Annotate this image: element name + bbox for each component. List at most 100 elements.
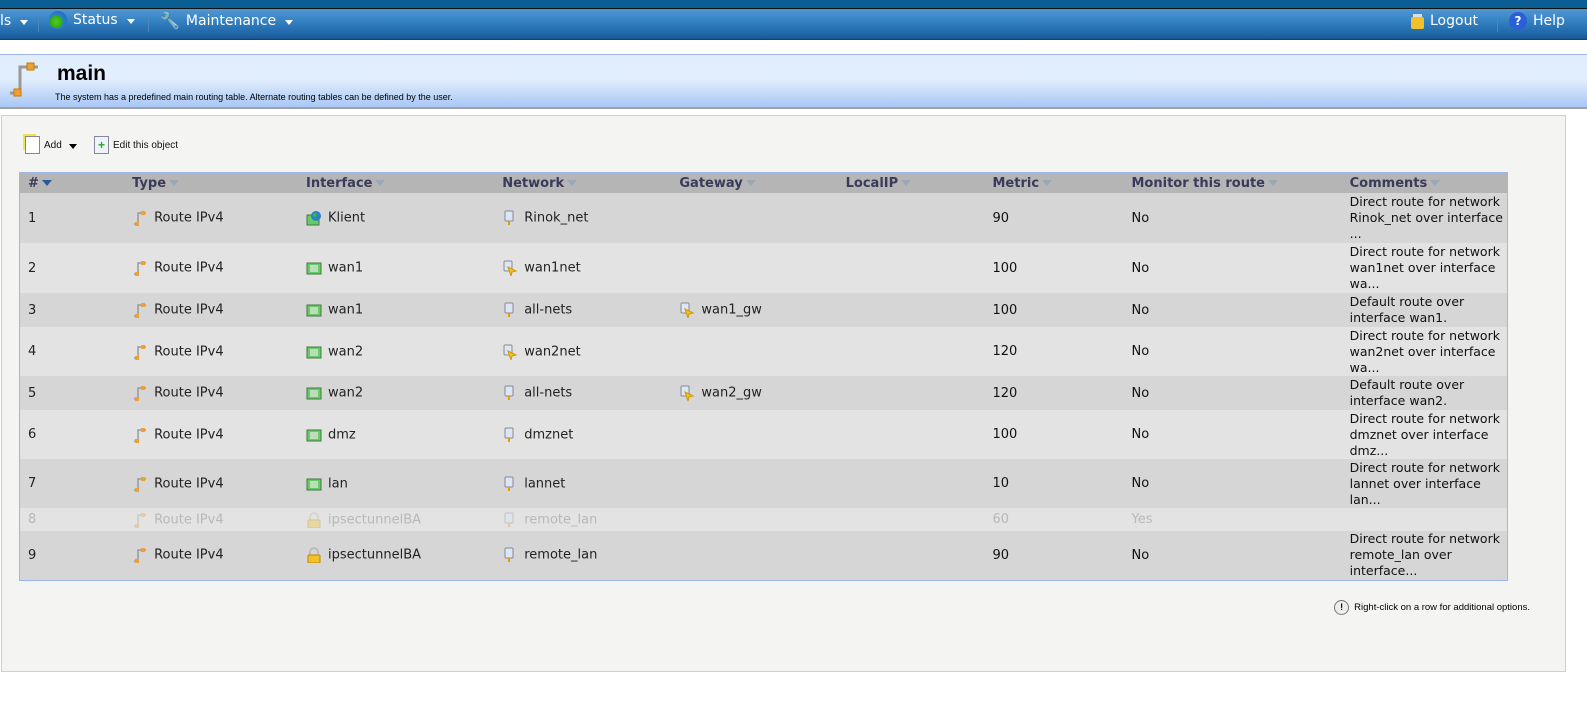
help-icon: ? xyxy=(1509,12,1527,30)
table-cell: Route IPv4 xyxy=(124,293,298,327)
address-icon xyxy=(502,385,518,401)
table-cell: Default route over interface wan2. xyxy=(1341,376,1508,410)
content-panel: Add + Edit this object # Type Interface Netw… xyxy=(1,115,1566,672)
routes-table: # Type Interface Network Gateway LocalIP Metri… xyxy=(19,172,1508,581)
table-cell: remote_lan xyxy=(494,531,672,580)
table-cell: Direct route for network remote_lan over… xyxy=(1341,531,1508,580)
sort-arrow-icon xyxy=(41,180,52,186)
table-row[interactable]: 8 Route IPv4 ipsectunnelBA remote_lan 60 Yes xyxy=(19,508,1508,531)
row-number: 1 xyxy=(28,210,37,226)
auto-address-icon xyxy=(502,260,518,278)
nav-menu-tools[interactable]: ls xyxy=(0,13,29,29)
chevron-down-icon xyxy=(285,19,294,25)
table-cell: ipsectunnelBA xyxy=(297,508,495,531)
table-cell: Rinok_net xyxy=(494,193,672,243)
chevron-down-icon xyxy=(20,20,29,25)
metric-value: 120 xyxy=(992,385,1018,401)
table-cell xyxy=(837,410,985,459)
route-type: Route IPv4 xyxy=(154,302,224,318)
route-type: Route IPv4 xyxy=(154,385,224,401)
table-cell: Route IPv4 xyxy=(124,410,298,459)
metric-value: 100 xyxy=(992,427,1018,442)
column-label: Metric xyxy=(992,175,1040,191)
table-cell: 2 xyxy=(19,243,125,293)
route-icon xyxy=(132,385,148,401)
metric-value: 10 xyxy=(992,476,1010,491)
table-row[interactable]: 5 Route IPv4 wan2 all-nets wan2_gw 120 No Defau… xyxy=(19,376,1508,410)
route-icon xyxy=(132,427,148,443)
comment-text: Direct route for network wan2net over in… xyxy=(1349,327,1500,375)
table-row[interactable]: 7 Route IPv4 lan lannet 10 No Direct route for… xyxy=(19,459,1508,508)
divider xyxy=(1497,14,1498,32)
ethernet-interface-icon xyxy=(306,476,322,492)
sort-arrow-icon xyxy=(745,180,756,186)
comment-text: Direct route for network dmznet over int… xyxy=(1349,410,1500,458)
page-header: main The system has a predefined main ro… xyxy=(0,54,1587,109)
table-cell xyxy=(837,293,985,327)
table-cell: No xyxy=(1123,459,1342,508)
column-header[interactable]: Comments xyxy=(1341,172,1508,193)
interface-name: ipsectunnelBA xyxy=(327,547,422,563)
table-cell: Route IPv4 xyxy=(124,193,298,243)
right-click-hint: ! Right-click on a row for additional opt… xyxy=(1334,600,1530,615)
table-cell: No xyxy=(1123,376,1342,410)
table-cell: 100 xyxy=(984,293,1124,327)
column-header[interactable]: Type xyxy=(124,172,298,193)
nav-menu-maintenance[interactable]: 🔧 Maintenance xyxy=(160,11,294,30)
interface-name: wan1 xyxy=(327,260,364,276)
metric-value: 100 xyxy=(992,260,1018,276)
route-type: Route IPv4 xyxy=(154,547,224,563)
route-type: Route IPv4 xyxy=(154,476,224,491)
column-header[interactable]: # xyxy=(19,172,125,193)
comment-text: Default route over interface wan2. xyxy=(1349,377,1465,408)
edit-object-button[interactable]: + Edit this object xyxy=(94,136,178,154)
table-row[interactable]: 2 Route IPv4 wan1 wan1net 100 No Direct route … xyxy=(19,243,1508,293)
route-type: Route IPv4 xyxy=(154,260,224,276)
table-cell xyxy=(671,508,838,531)
nav-label: Maintenance xyxy=(185,12,277,29)
column-header[interactable]: LocalIP xyxy=(837,172,985,193)
add-button[interactable]: Add xyxy=(25,136,77,154)
table-cell: wan2 xyxy=(297,376,495,410)
help-button[interactable]: ? Help xyxy=(1509,12,1565,30)
monitor-value: No xyxy=(1131,547,1150,563)
logout-button[interactable]: Logout xyxy=(1411,12,1478,29)
nav-menu-status[interactable]: Status xyxy=(49,11,135,29)
table-row[interactable]: 3 Route IPv4 wan1 all-nets wan1_gw 100 No Defau… xyxy=(19,293,1508,327)
interface-name: Klient xyxy=(327,210,366,226)
table-cell xyxy=(671,459,838,508)
monitor-value: No xyxy=(1131,210,1150,226)
network-name: remote_lan xyxy=(524,512,598,527)
table-cell: wan1_gw xyxy=(671,293,838,327)
table-cell xyxy=(671,327,838,376)
nav-label: ls xyxy=(0,13,12,29)
network-name: wan1net xyxy=(524,260,581,276)
ethernet-interface-icon xyxy=(306,385,322,401)
column-label: # xyxy=(28,175,39,191)
table-row[interactable]: 9 Route IPv4 ipsectunnelBA remote_lan 90 No Di… xyxy=(19,531,1508,580)
route-type: Route IPv4 xyxy=(154,344,224,359)
routing-table-icon xyxy=(10,62,38,97)
column-label: Monitor this route xyxy=(1131,175,1265,191)
table-cell: 60 xyxy=(984,508,1124,531)
column-header[interactable]: Monitor this route xyxy=(1123,172,1342,193)
monitor-value: No xyxy=(1131,260,1150,276)
table-cell: No xyxy=(1123,193,1342,243)
table-cell: 4 xyxy=(19,327,125,376)
table-cell xyxy=(837,459,985,508)
auto-address-icon xyxy=(679,302,695,320)
table-cell xyxy=(1341,508,1508,531)
table-row[interactable]: 1 Route IPv4 Klient Rinok_net 90 No Direct rou… xyxy=(19,193,1508,243)
table-cell: No xyxy=(1123,327,1342,376)
sort-arrow-icon xyxy=(901,180,912,186)
column-header[interactable]: Gateway xyxy=(671,172,838,193)
column-header[interactable]: Network xyxy=(494,172,672,193)
interface-name: ipsectunnelBA xyxy=(327,512,422,527)
table-row[interactable]: 6 Route IPv4 dmz dmznet 100 No Direct route fo… xyxy=(19,410,1508,459)
table-row[interactable]: 4 Route IPv4 wan2 wan2net 120 No Direct route … xyxy=(19,327,1508,376)
column-header[interactable]: Metric xyxy=(984,172,1124,193)
table-cell: wan1 xyxy=(297,243,495,293)
column-header[interactable]: Interface xyxy=(297,172,495,193)
interface-name: dmz xyxy=(327,427,356,442)
table-cell: Direct route for network dmznet over int… xyxy=(1341,410,1508,459)
